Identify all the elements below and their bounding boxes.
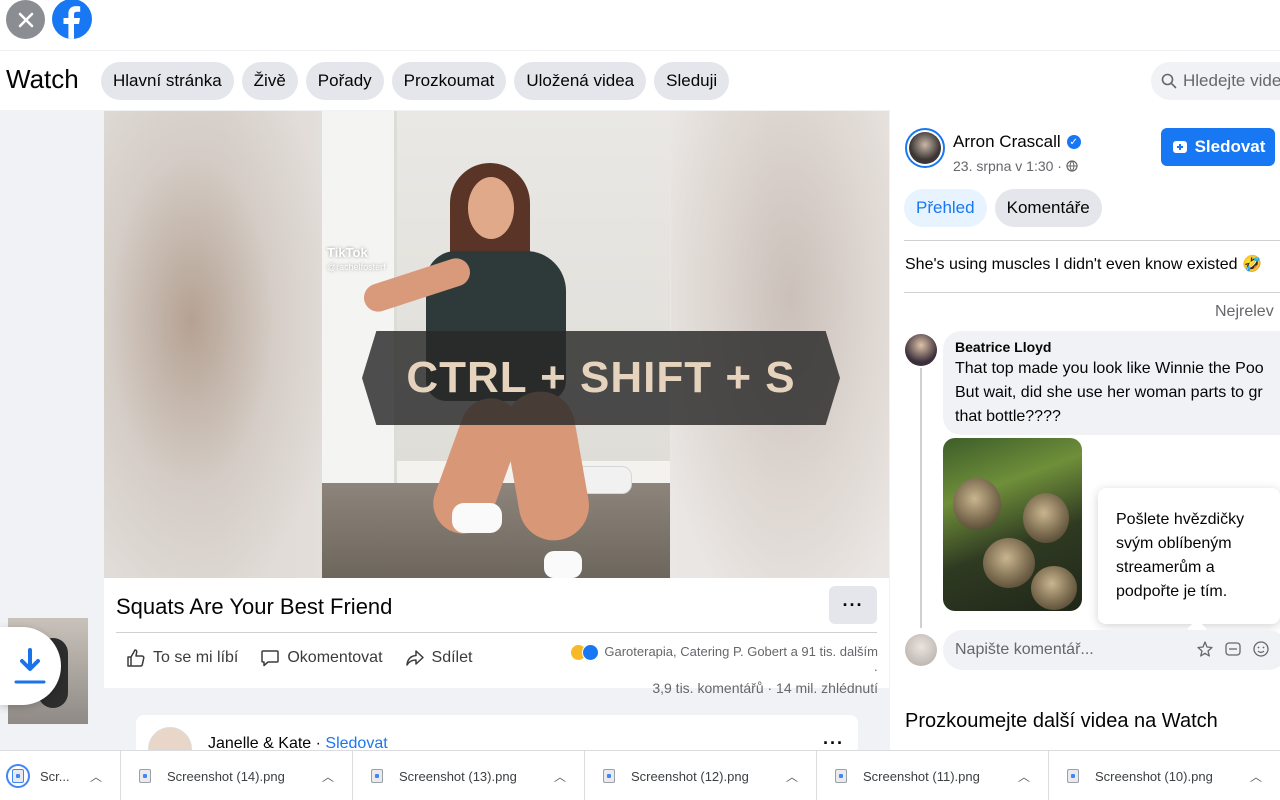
video-blur-left (104, 111, 322, 578)
comment-input-icons (1196, 640, 1270, 658)
watch-navbar: Watch Hlavní stránka Živě Pořady Prozkou… (0, 50, 1280, 110)
watch-tabs: Hlavní stránka Živě Pořady Prozkoumat Ul… (101, 62, 730, 100)
file-icon (371, 769, 383, 783)
tab-home[interactable]: Hlavní stránka (101, 62, 234, 100)
post-date[interactable]: 23. srpna v 1:30 · (953, 158, 1078, 174)
share-button[interactable]: Sdílet (405, 648, 473, 668)
browser-topbar (0, 0, 1280, 48)
download-icon (14, 648, 46, 684)
download-item[interactable]: Screenshot (13).png ︿ (353, 751, 585, 800)
facebook-logo-icon[interactable] (52, 0, 92, 39)
like-icon (127, 649, 145, 667)
more-options-button[interactable]: ··· (829, 586, 877, 624)
follow-icon (1172, 141, 1187, 153)
next-video-card: Janelle & Kate · Sledovat ··· (136, 715, 858, 771)
tiktok-handle: @rachelfosterf (327, 262, 386, 272)
comment-input-placeholder: Napište komentář... (955, 641, 1094, 658)
download-item[interactable]: Screenshot (14).png ︿ (121, 751, 353, 800)
comment-sort-dropdown[interactable]: Nejrelev (1215, 303, 1274, 321)
like-label: To se mi líbí (153, 649, 239, 666)
commenter-avatar[interactable] (905, 334, 937, 366)
tab-live[interactable]: Živě (241, 62, 298, 100)
avatar (905, 634, 937, 666)
chevron-up-icon[interactable]: ︿ (1018, 768, 1030, 785)
file-icon (1067, 769, 1079, 783)
tab-shows[interactable]: Pořady (305, 62, 384, 100)
tab-comments[interactable]: Komentáře (994, 189, 1102, 227)
tiktok-watermark: TikTok @rachelfosterf (327, 246, 386, 274)
share-label: Sdílet (431, 649, 473, 666)
download-item[interactable]: Screenshot (12).png ︿ (585, 751, 817, 800)
download-progress-icon (6, 764, 30, 788)
follow-button[interactable]: Sledovat (1161, 128, 1275, 166)
author-name[interactable]: Arron Crascall ✓ (953, 132, 1081, 152)
close-icon[interactable] (6, 0, 45, 39)
tab-overview[interactable]: Přehled (904, 189, 987, 227)
verified-icon: ✓ (1066, 135, 1081, 149)
sticker-icon[interactable] (1196, 640, 1214, 658)
chevron-up-icon[interactable]: ︿ (786, 768, 798, 785)
gif-icon[interactable] (1224, 640, 1242, 658)
globe-icon (1066, 160, 1078, 172)
comment-author[interactable]: Beatrice Lloyd (955, 339, 1280, 355)
comment-image[interactable] (943, 438, 1082, 611)
author-avatar[interactable] (905, 128, 945, 168)
video-stats[interactable]: 3,9 tis. komentářů · 14 mil. zhlédnutí (652, 680, 878, 696)
comment-label: Okomentovat (287, 649, 383, 666)
chevron-up-icon[interactable]: ︿ (90, 768, 102, 785)
search-placeholder: Hledejte vide (1183, 71, 1280, 90)
emoji-icon[interactable] (1252, 640, 1270, 658)
video-actions: To se mi líbí Okomentovat Sdílet (126, 648, 472, 668)
download-item[interactable]: Screenshot (11).png ︿ (817, 751, 1049, 800)
search-icon (1161, 73, 1177, 89)
comment-icon (261, 650, 280, 667)
watch-title: Watch (6, 64, 79, 94)
comment-text: That top made you look like Winnie the P… (955, 360, 1264, 425)
post-caption: She's using muscles I didn't even know e… (905, 256, 1262, 273)
download-item[interactable]: Screenshot (10).png ︿ (1049, 751, 1280, 800)
explore-heading: Prozkoumejte další videa na Watch (905, 710, 1218, 732)
like-reaction-icon (581, 644, 599, 662)
tab-saved-videos[interactable]: Uložená videa (514, 62, 647, 100)
video-title: Squats Are Your Best Friend (116, 594, 393, 619)
download-item[interactable]: Scr... ︿ (0, 751, 121, 800)
chevron-up-icon[interactable]: ︿ (554, 768, 566, 785)
comment-bubble: Beatrice Lloyd That top made you look li… (943, 331, 1280, 435)
shortcut-overlay: CTRL + SHIFT + S (362, 331, 840, 425)
file-icon (139, 769, 151, 783)
right-panel: Arron Crascall ✓ 23. srpna v 1:30 · Sled… (890, 110, 1280, 750)
video-player[interactable]: TikTok @rachelfosterf CTRL + SHIFT + S (104, 111, 889, 578)
file-icon (603, 769, 615, 783)
tab-following[interactable]: Sleduji (654, 62, 730, 100)
reaction-icons (569, 644, 599, 662)
downloads-bar: Scr... ︿ Screenshot (14).png ︿ Screensho… (0, 750, 1280, 800)
reactions-summary[interactable]: Garoterapia, Catering P. Gobert a 91 tis… (564, 643, 878, 698)
like-button[interactable]: To se mi líbí (126, 648, 238, 668)
search-input[interactable]: Hledejte vide (1151, 62, 1280, 100)
tab-explore[interactable]: Prozkoumat (391, 62, 507, 100)
video-info: Squats Are Your Best Friend ··· To se mi… (104, 578, 889, 696)
file-icon (835, 769, 847, 783)
post-tabs: Přehled Komentáře (904, 189, 1102, 227)
share-icon (405, 650, 424, 666)
reactions-text: Garoterapia, Catering P. Gobert a 91 tis… (604, 644, 878, 678)
chevron-up-icon[interactable]: ︿ (1250, 768, 1262, 785)
comment-button[interactable]: Okomentovat (260, 648, 383, 668)
tiktok-label: TikTok (327, 245, 368, 260)
stars-tooltip: Pošlete hvězdičky svým oblíbeným streame… (1098, 488, 1280, 624)
chevron-up-icon[interactable]: ︿ (322, 768, 334, 785)
